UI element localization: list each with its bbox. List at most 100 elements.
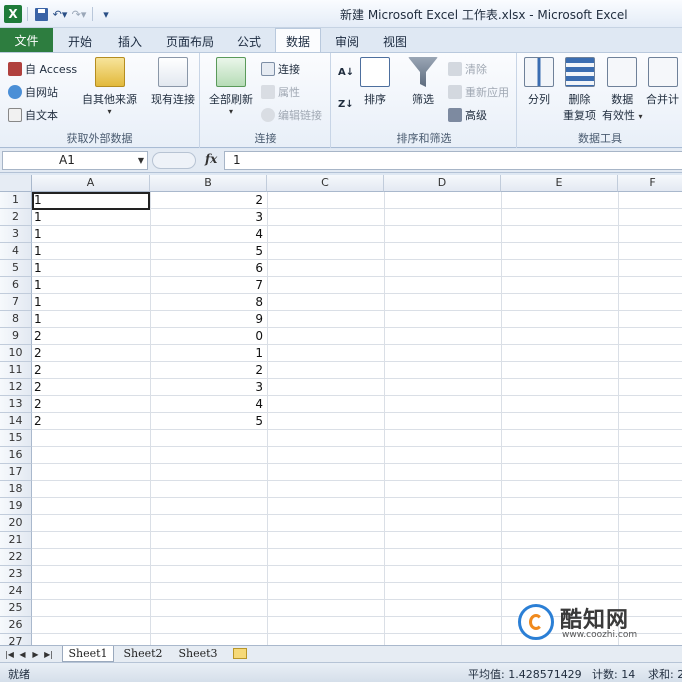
row-header[interactable]: 1 [0,192,32,209]
worksheet-grid[interactable]: A B C D E F 1122133144155166177188199201… [0,175,682,645]
tab-review[interactable]: 审阅 [326,30,368,52]
reapply-button[interactable]: 重新应用 [448,84,509,100]
row-header[interactable]: 18 [0,481,32,498]
cell-b[interactable]: 4 [152,396,263,412]
row-header[interactable]: 20 [0,515,32,532]
row-header[interactable]: 21 [0,532,32,549]
save-button[interactable] [33,6,49,22]
advanced-filter-button[interactable]: 高级 [448,107,487,123]
formula-input[interactable]: 1 [224,151,682,170]
tab-data[interactable]: 数据 [275,28,321,53]
cell-a[interactable]: 2 [34,396,144,412]
from-access-button[interactable]: 自 Access [8,61,77,77]
row-header[interactable]: 16 [0,447,32,464]
undo-button[interactable]: ↶▾ [52,6,68,22]
cell-a[interactable]: 2 [34,328,144,344]
cell-b[interactable]: 2 [152,192,263,208]
properties-button[interactable]: 属性 [261,84,300,100]
from-text-button[interactable]: 自文本 [8,107,58,123]
sort-ascending-button[interactable]: A↓ [338,67,354,78]
chevron-down-icon[interactable]: ▼ [138,152,144,169]
from-web-button[interactable]: 自网站 [8,84,58,100]
row-header[interactable]: 13 [0,396,32,413]
row-header[interactable]: 15 [0,430,32,447]
cell-a[interactable]: 1 [34,243,144,259]
cell-b[interactable]: 5 [152,243,263,259]
cell-a[interactable]: 1 [34,277,144,293]
tab-file[interactable]: 文件 [0,28,53,52]
row-header[interactable]: 8 [0,311,32,328]
excel-logo-icon[interactable]: X [4,5,22,23]
column-header-d[interactable]: D [384,175,501,192]
cell-a[interactable]: 1 [34,294,144,310]
edit-links-button[interactable]: 编辑链接 [261,107,322,123]
cell-b[interactable]: 4 [152,226,263,242]
row-header[interactable]: 4 [0,243,32,260]
cell-a[interactable]: 2 [34,379,144,395]
row-header[interactable]: 3 [0,226,32,243]
row-header[interactable]: 11 [0,362,32,379]
existing-connections-button[interactable]: 现有连接 [151,57,195,107]
sheet-tab-2[interactable]: Sheet2 [117,646,169,662]
insert-function-button[interactable]: fx [205,152,217,166]
cell-b[interactable]: 1 [152,345,263,361]
tab-view[interactable]: 视图 [374,30,416,52]
next-sheet-button[interactable]: ▶ [30,647,41,661]
row-header[interactable]: 24 [0,583,32,600]
formula-bar-splitter[interactable] [152,152,196,169]
tab-formulas[interactable]: 公式 [228,30,270,52]
connections-button[interactable]: 连接 [261,61,300,77]
first-sheet-button[interactable]: |◀ [4,647,15,661]
row-header[interactable]: 7 [0,294,32,311]
cell-a[interactable]: 1 [34,311,144,327]
row-header[interactable]: 22 [0,549,32,566]
last-sheet-button[interactable]: ▶| [43,647,54,661]
from-other-sources-button[interactable]: 自其他来源 ▾ [82,57,137,116]
row-header[interactable]: 26 [0,617,32,634]
cell-b[interactable]: 3 [152,209,263,225]
remove-duplicates-button[interactable]: 删除 重复项 [563,57,596,123]
cell-a[interactable]: 1 [34,209,144,225]
sheet-tab-1[interactable]: Sheet1 [62,646,114,662]
filter-button[interactable]: 筛选 [408,57,438,107]
select-all-button[interactable] [0,175,32,192]
prev-sheet-button[interactable]: ◀ [17,647,28,661]
cell-b[interactable]: 8 [152,294,263,310]
column-header-b[interactable]: B [150,175,267,192]
insert-sheet-icon[interactable] [233,648,247,659]
data-validation-button[interactable]: 数据 有效性 ▾ [602,57,643,123]
cell-b[interactable]: 5 [152,413,263,429]
cell-a[interactable]: 2 [34,362,144,378]
tab-page-layout[interactable]: 页面布局 [158,30,222,52]
row-header[interactable]: 27 [0,634,32,645]
row-header[interactable]: 9 [0,328,32,345]
row-header[interactable]: 2 [0,209,32,226]
row-header[interactable]: 5 [0,260,32,277]
column-header-e[interactable]: E [501,175,618,192]
cell-a[interactable]: 2 [34,345,144,361]
column-header-f[interactable]: F [618,175,682,192]
text-to-columns-button[interactable]: 分列 [524,57,554,107]
row-header[interactable]: 10 [0,345,32,362]
column-header-a[interactable]: A [32,175,150,192]
cell-a[interactable]: 1 [34,260,144,276]
row-header[interactable]: 12 [0,379,32,396]
sheet-tab-3[interactable]: Sheet3 [172,646,224,662]
row-header[interactable]: 6 [0,277,32,294]
row-header[interactable]: 17 [0,464,32,481]
tab-insert[interactable]: 插入 [108,30,152,52]
row-header[interactable]: 25 [0,600,32,617]
cell-b[interactable]: 0 [152,328,263,344]
cell-b[interactable]: 3 [152,379,263,395]
cell-b[interactable]: 2 [152,362,263,378]
row-header[interactable]: 19 [0,498,32,515]
row-header[interactable]: 14 [0,413,32,430]
consolidate-button[interactable]: 合并计 [646,57,679,107]
sort-descending-button[interactable]: Z↓ [338,99,354,110]
row-header[interactable]: 23 [0,566,32,583]
customize-qat-button[interactable]: ▾ [98,6,114,22]
cell-a[interactable]: 2 [34,413,144,429]
refresh-all-button[interactable]: 全部刷新 ▾ [209,57,253,116]
name-box[interactable]: A1 ▼ [2,151,148,170]
redo-button[interactable]: ↷▾ [71,6,87,22]
